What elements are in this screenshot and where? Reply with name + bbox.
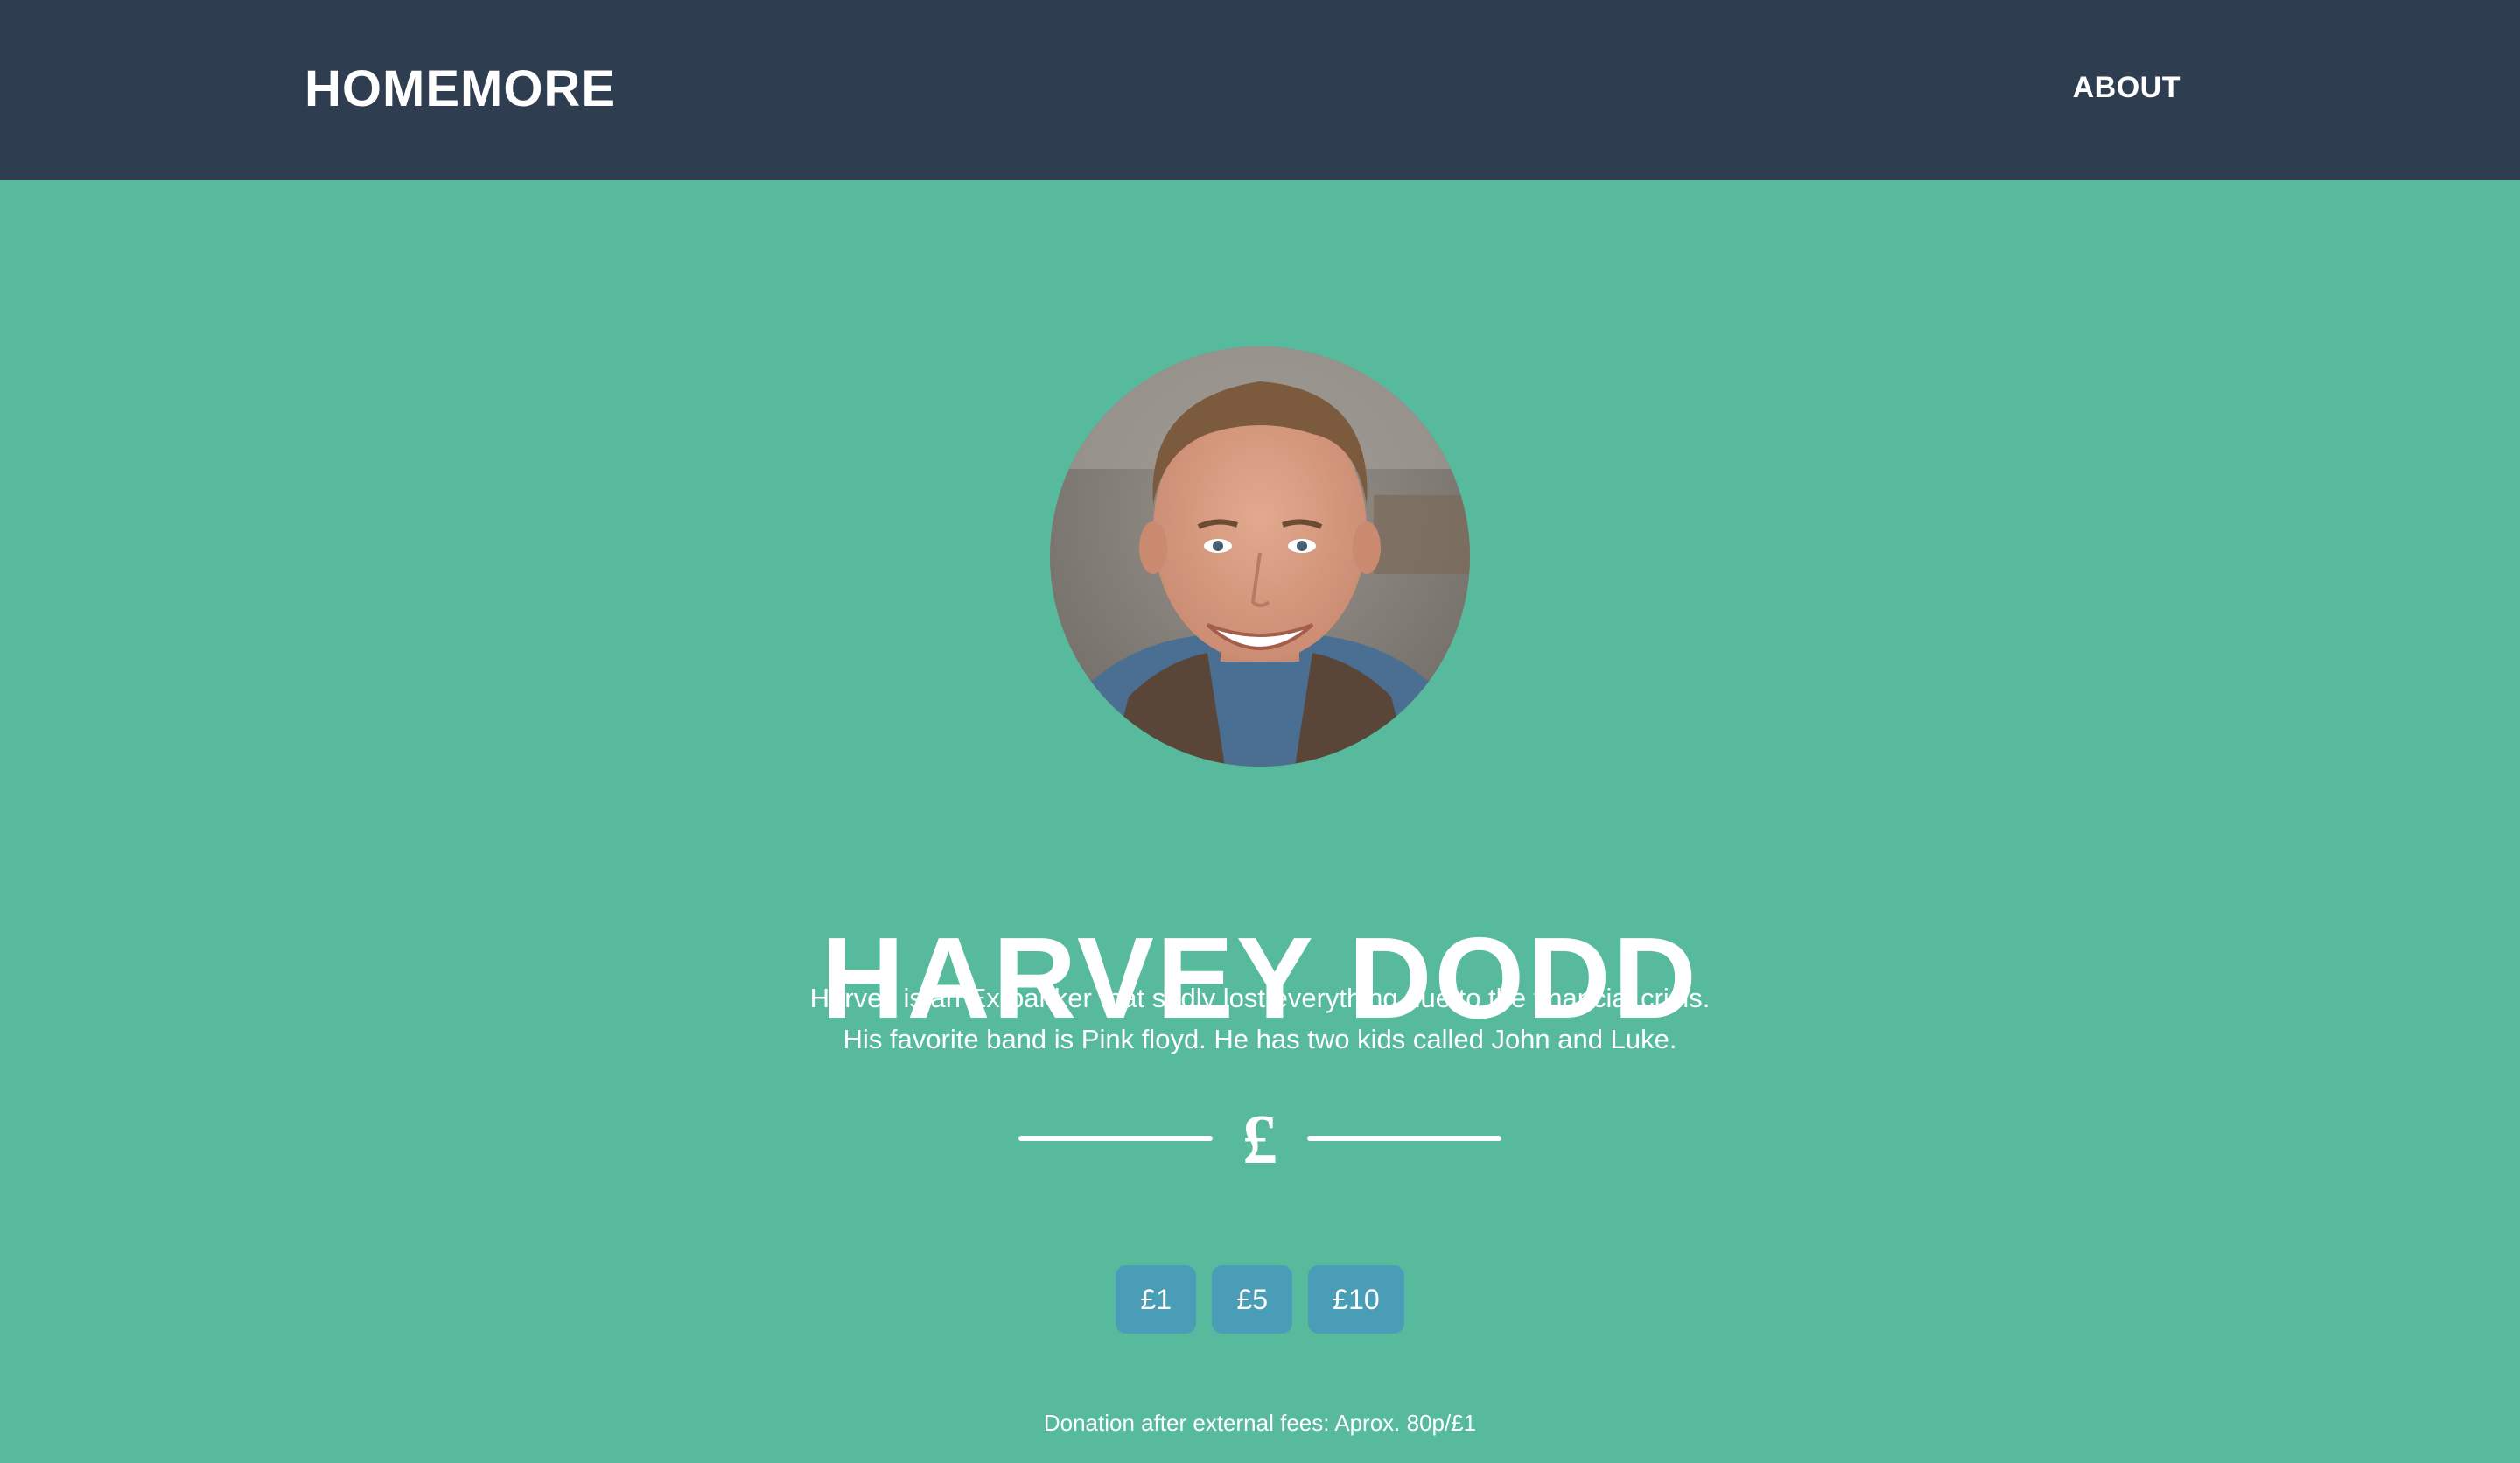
navbar: HOMEMORE ABOUT [0, 0, 2520, 180]
donate-5-pound-button[interactable]: £5 [1212, 1265, 1293, 1334]
brand-logo-link[interactable]: HOMEMORE [304, 56, 616, 122]
avatar-portrait-image [1050, 346, 1470, 766]
currency-divider: £ [1018, 1101, 1502, 1180]
profile-bio-line-1: Harvey is an Ex-banker that sadly lost e… [809, 983, 1711, 1013]
nav-about-link[interactable]: ABOUT [2073, 68, 2180, 107]
profile-bio-line-2: His favorite band is Pink floyd. He has … [843, 1024, 1677, 1054]
donate-1-pound-button[interactable]: £1 [1116, 1265, 1197, 1334]
profile-avatar [1050, 346, 1470, 766]
donation-fee-note: Donation after external fees: Aprox. 80p… [1043, 1410, 1477, 1436]
donate-10-pound-button[interactable]: £10 [1308, 1265, 1404, 1334]
donation-amount-buttons: £1 £5 £10 [0, 1265, 2520, 1334]
divider-line-right [1307, 1136, 1502, 1141]
